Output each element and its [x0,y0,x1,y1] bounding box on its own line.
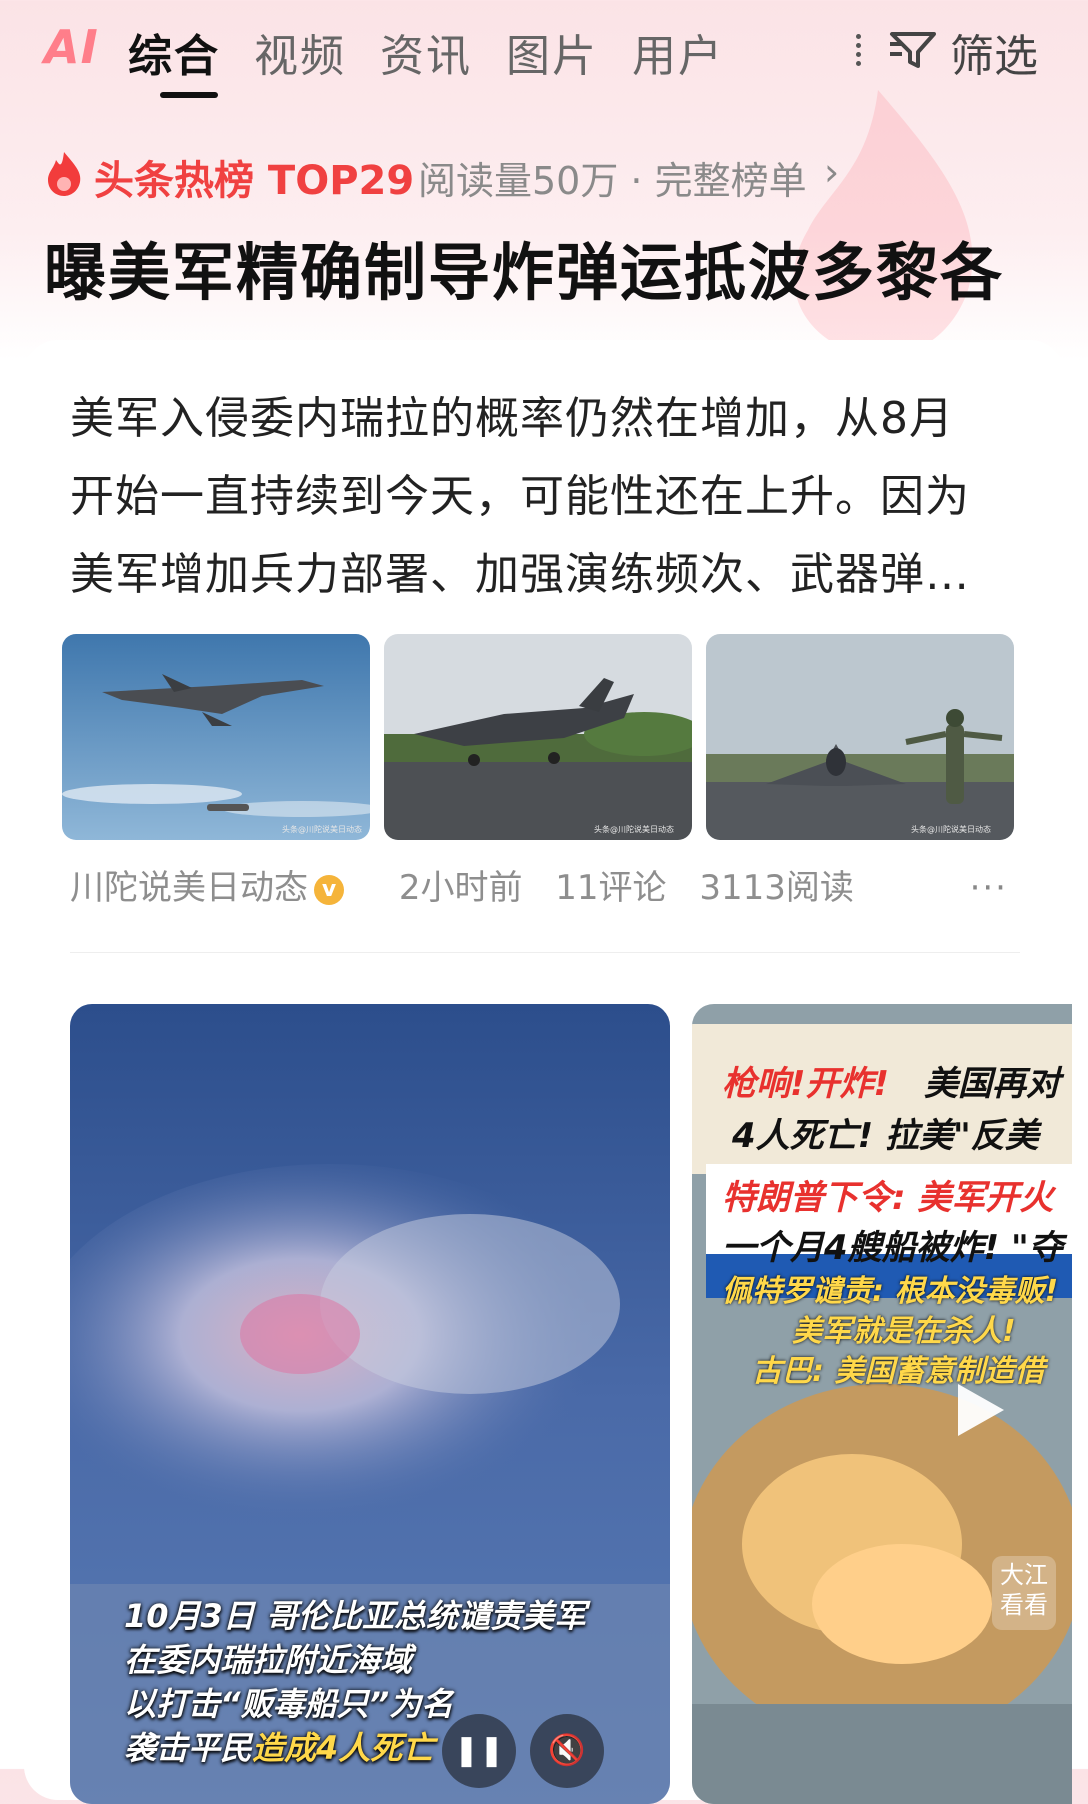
verified-badge-icon: v [314,874,344,905]
video-line: 美军就是在杀人! [792,1314,1016,1349]
play-icon[interactable] [948,1380,1008,1440]
comment-count: 11评论 [555,868,667,908]
caption-line: 以打击“贩毒船只”为名 [124,1685,454,1723]
ai-tab[interactable]: AI [44,20,99,74]
video-headline: 美国再对 [924,1064,1060,1104]
svg-text:头条@川陀说美日动态: 头条@川陀说美日动态 [594,824,674,834]
article-summary[interactable]: 美军入侵委内瑞拉的概率仍然在增加，从8月 开始一直持续到今天，可能性还在上升。因… [70,380,1020,614]
result-card[interactable]: 美军入侵委内瑞拉的概率仍然在增加，从8月 开始一直持续到今天，可能性还在上升。因… [24,340,1072,1804]
more-tabs-icon[interactable] [856,30,862,70]
summary-line: 开始一直持续到今天，可能性还在上升。因为 [70,471,970,522]
chevron-right-icon[interactable]: › [824,150,839,194]
top-tab-bar: AI 综合 视频 资讯 图片 用户 筛选 [0,0,1088,110]
caption-line: 在委内瑞拉附近海域 [124,1641,413,1679]
video-subline: 4人死亡! 拉美"反美 [732,1116,1039,1156]
hot-rank-title[interactable]: 头条热榜 TOP29 [94,148,414,206]
hot-headline[interactable]: 曝美军精确制导炸弹运抵波多黎各 [44,222,1004,312]
tab-news[interactable]: 资讯 [380,20,472,84]
caption-line: 10月3日 哥伦比亚总统谴责美军 [124,1597,586,1635]
filter-label[interactable]: 筛选 [950,20,1038,84]
mute-icon[interactable]: 🔇 [530,1714,604,1788]
summary-line: 美军入侵委内瑞拉的概率仍然在增加，从8月 [70,393,954,444]
summary-line: 美军增加兵力部署、加强演练频次、武器弹… [70,549,970,600]
caption-line: 袭击平民造成4人死亡 [124,1729,435,1767]
watermark-line: 大江 [1000,1561,1048,1589]
svg-text:头条@川陀说美日动态: 头条@川陀说美日动态 [282,824,362,834]
article-image-3[interactable]: 头条@川陀说美日动态 [706,634,1014,840]
divider [70,952,1020,953]
svg-text:头条@川陀说美日动态: 头条@川陀说美日动态 [911,824,991,834]
video-caption: 10月3日 哥伦比亚总统谴责美军 在委内瑞拉附近海域 以打击“贩毒船只”为名 袭… [124,1594,586,1770]
tab-comprehensive[interactable]: 综合 [128,20,220,84]
more-options-icon[interactable]: ··· [970,868,1008,908]
video-headline-red: 枪响!开炸! [722,1064,890,1104]
article-meta: 川陀说美日动态 v 2小时前 11评论 3113阅读 [70,860,876,909]
publish-time: 2小时前 [398,868,523,908]
tab-users[interactable]: 用户 [632,20,724,84]
article-image-1[interactable]: 头条@川陀说美日动态 [62,634,370,840]
article-image-2[interactable]: 头条@川陀说美日动态 [384,634,692,840]
watermark-line: 看看 [1000,1591,1048,1619]
video-card-small[interactable]: 枪响!开炸! 美国再对 4人死亡! 拉美"反美 特朗普下令: 美军开火 一个月4… [692,1004,1072,1804]
video-line: 一个月4艘船被炸! "夺 [722,1228,1063,1268]
filter-icon[interactable] [888,30,938,70]
pause-icon[interactable]: ❚❚ [442,1714,516,1788]
channel-watermark: 大江 看看 [992,1556,1056,1630]
tab-video[interactable]: 视频 [254,20,346,84]
flame-icon [48,152,81,196]
tab-images[interactable]: 图片 [506,20,598,84]
hot-rank-meta[interactable]: 阅读量50万 · 完整榜单 [418,150,807,205]
author-name[interactable]: 川陀说美日动态 v [70,868,366,908]
read-count: 3113阅读 [699,868,854,908]
video-line: 特朗普下令: 美军开火 [722,1178,1054,1218]
active-tab-indicator [160,92,218,98]
video-line: 佩特罗谴责: 根本没毒贩! [722,1274,1059,1309]
video-card-large[interactable]: 10月3日 哥伦比亚总统谴责美军 在委内瑞拉附近海域 以打击“贩毒船只”为名 袭… [70,1004,670,1804]
